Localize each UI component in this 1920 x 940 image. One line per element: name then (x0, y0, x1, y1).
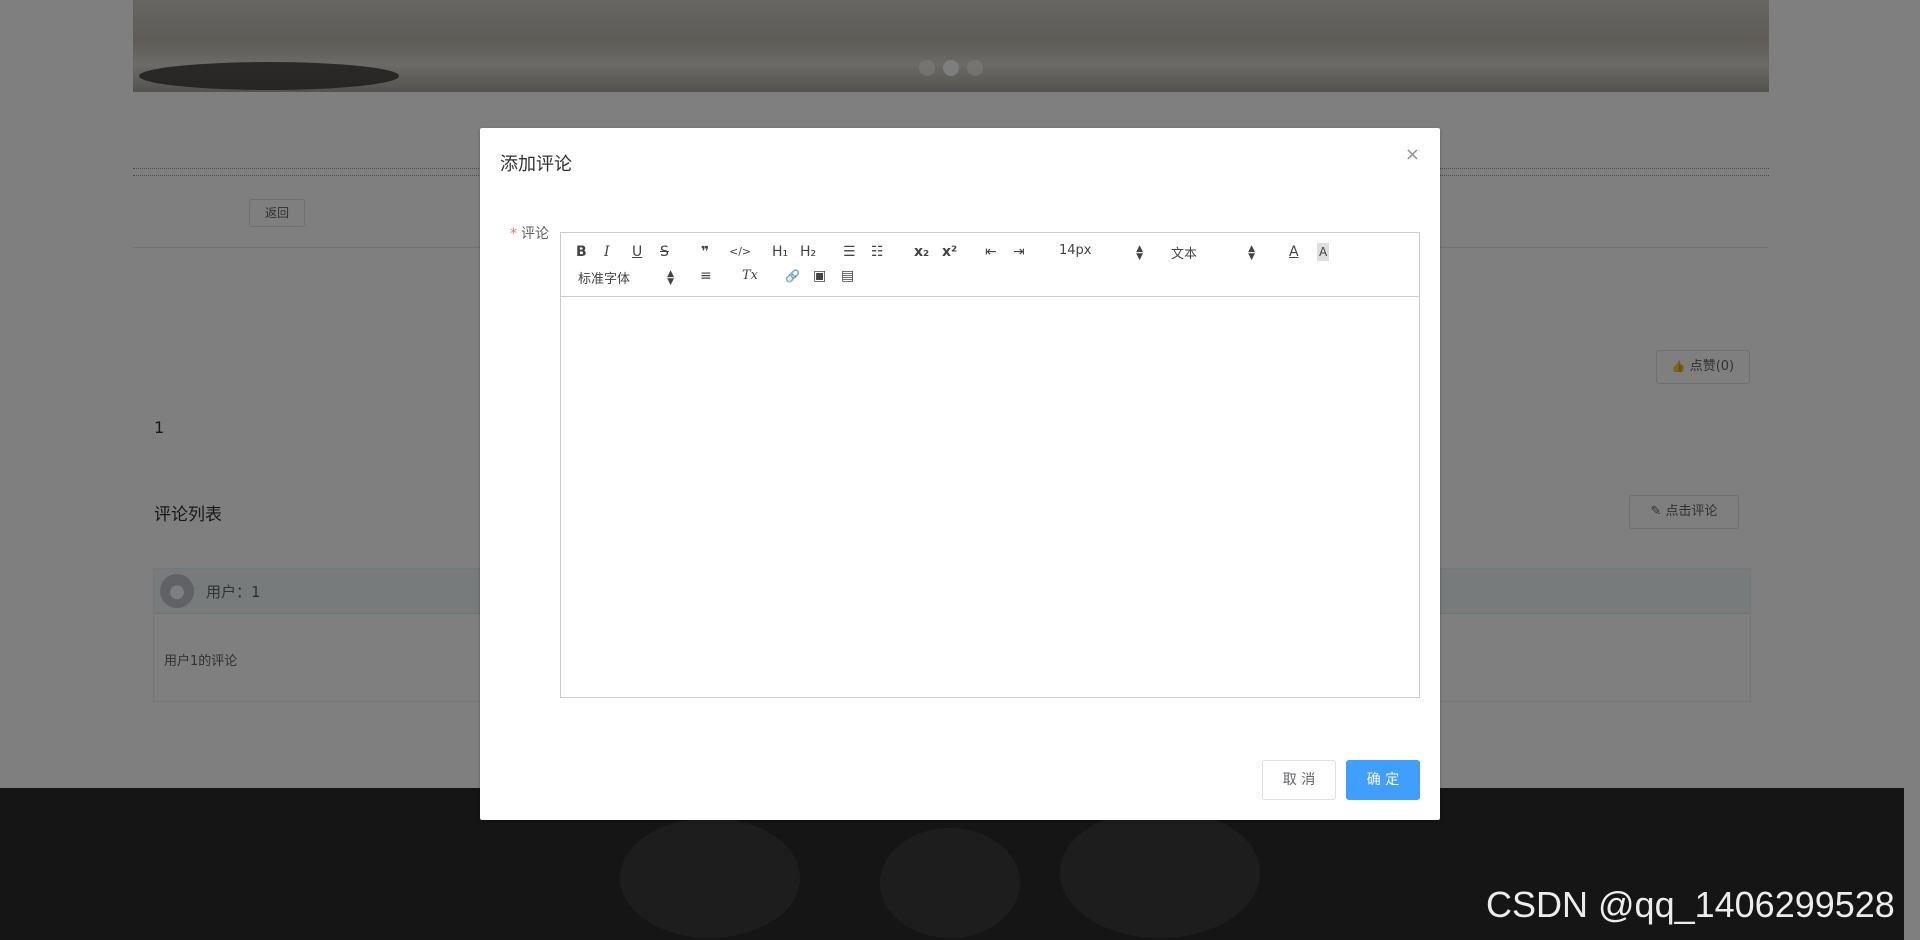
font-family-select[interactable]: 标准字体 ▲ ▼ (578, 268, 674, 288)
font-family-value: 标准字体 (578, 272, 631, 287)
header-1-icon[interactable]: H₁ (772, 243, 788, 261)
font-size-select[interactable]: 14px ▲ ▼ (1059, 243, 1143, 262)
align-icon[interactable]: ≡ (700, 267, 712, 285)
italic-icon[interactable]: I (604, 243, 610, 261)
background-color-icon[interactable]: A (1317, 243, 1330, 261)
superscript-icon[interactable]: x² (942, 243, 957, 261)
strikethrough-icon[interactable]: S (660, 243, 669, 261)
field-label-text: 评论 (521, 226, 549, 242)
rich-text-editor: B I U S ❞ </> H₁ H₂ ☰ ☷ x₂ x² ⇤ ⇥ 14px ▲… (560, 232, 1420, 698)
header-2-icon[interactable]: H₂ (800, 243, 816, 261)
select-arrows-icon: ▲ ▼ (1248, 244, 1255, 262)
confirm-button[interactable]: 确 定 (1346, 760, 1420, 800)
select-arrows-icon: ▲ ▼ (1136, 244, 1143, 262)
video-icon[interactable]: ▤ (841, 267, 854, 285)
header-select[interactable]: 文本 ▲ ▼ (1171, 243, 1255, 263)
font-color-icon[interactable]: A (1289, 243, 1299, 261)
ordered-list-icon[interactable]: ☰ (843, 243, 856, 261)
close-icon[interactable]: × (1405, 144, 1420, 165)
add-comment-dialog: 添加评论 × * 评论 B I U S ❞ </> H₁ H₂ ☰ ☷ x₂ x²… (480, 128, 1440, 820)
underline-icon[interactable]: U (632, 243, 642, 261)
outdent-icon[interactable]: ⇤ (985, 243, 997, 261)
clear-format-icon[interactable]: Tx (742, 267, 758, 285)
header-select-value: 文本 (1171, 247, 1198, 262)
editor-toolbar: B I U S ❞ </> H₁ H₂ ☰ ☷ x₂ x² ⇤ ⇥ 14px ▲… (561, 233, 1419, 297)
code-block-icon[interactable]: </> (729, 243, 751, 261)
bullet-list-icon[interactable]: ☷ (871, 243, 884, 261)
comment-field-label: * 评论 (510, 223, 549, 243)
subscript-icon[interactable]: x₂ (914, 243, 929, 261)
editor-content-area[interactable] (561, 297, 1419, 697)
bold-icon[interactable]: B (576, 243, 587, 261)
image-icon[interactable]: ▣ (813, 267, 826, 285)
dialog-title: 添加评论 (500, 154, 572, 175)
indent-icon[interactable]: ⇥ (1013, 243, 1025, 261)
required-mark: * (510, 226, 517, 242)
csdn-watermark: CSDN @qq_1406299528 (1486, 884, 1895, 925)
cancel-button[interactable]: 取 消 (1262, 760, 1336, 800)
blockquote-icon[interactable]: ❞ (701, 243, 709, 261)
select-arrows-icon: ▲ ▼ (667, 269, 674, 287)
font-size-value: 14px (1059, 243, 1092, 258)
link-icon[interactable]: 🔗 (785, 267, 800, 285)
